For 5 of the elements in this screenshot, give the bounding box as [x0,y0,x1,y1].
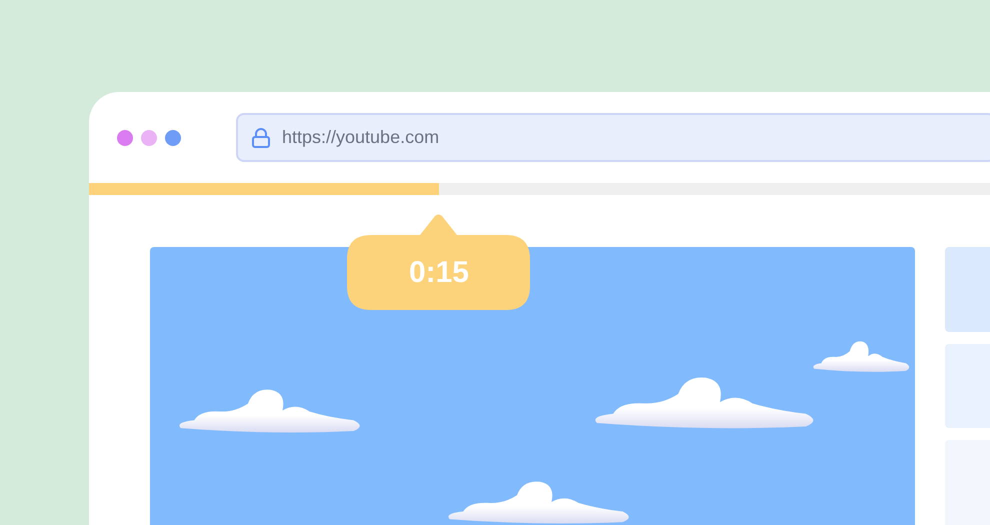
lock-icon [252,128,270,148]
time-label: 0:15 [408,255,470,291]
video-frame[interactable] [150,247,915,525]
url-text: https://youtube.com [282,126,440,149]
address-bar[interactable]: https://youtube.com [236,113,990,162]
